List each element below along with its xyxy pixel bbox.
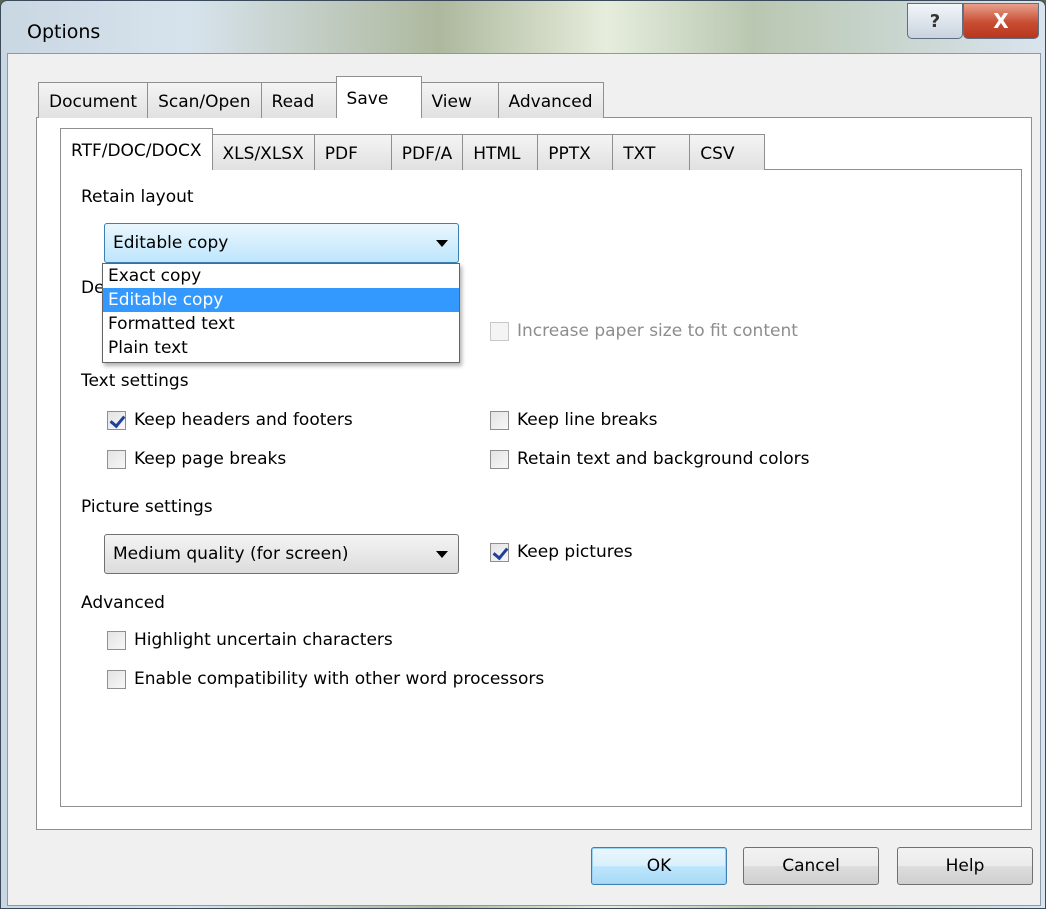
increase-paper-checkbox[interactable]: Increase paper size to fit content (490, 321, 798, 341)
dropdown-option-exact-copy[interactable]: Exact copy (103, 264, 459, 288)
text-settings-heading: Text settings (81, 371, 189, 391)
ok-button[interactable]: OK (591, 847, 727, 885)
picture-settings-heading: Picture settings (81, 497, 213, 517)
text-settings-group: Text settings (81, 371, 1001, 391)
keep-page-breaks-label: Keep page breaks (134, 449, 287, 469)
inner-tab-strip: RTF/DOC/DOCX XLS/XLSX PDF PDF/A HTML PPT… (60, 128, 766, 170)
dialog-client-area: Document Scan/Open Read Save View Advanc… (7, 53, 1041, 906)
keep-pictures-checkbox[interactable]: Keep pictures (490, 542, 633, 562)
checkbox-box (107, 449, 126, 469)
group-divider (207, 196, 1001, 198)
enable-compat-checkbox[interactable]: Enable compatibility with other word pro… (107, 669, 544, 689)
picture-quality-value: Medium quality (for screen) (113, 544, 349, 564)
keep-headers-footers-checkbox[interactable]: Keep headers and footers (107, 410, 353, 430)
outer-tab-strip: Document Scan/Open Read Save View Advanc… (38, 76, 604, 118)
retain-colors-label: Retain text and background colors (517, 449, 810, 469)
retain-layout-value: Editable copy (113, 233, 229, 253)
chevron-down-icon (436, 551, 448, 558)
chevron-down-icon (436, 240, 448, 247)
tab-html[interactable]: HTML (462, 134, 539, 170)
options-window: Options ? X Document Scan/Open Read Save… (0, 0, 1046, 909)
checkbox-box (490, 449, 509, 469)
picture-quality-combo[interactable]: Medium quality (for screen) (104, 534, 459, 574)
keep-line-breaks-checkbox[interactable]: Keep line breaks (490, 410, 657, 430)
window-title: Options (27, 21, 101, 43)
tab-scan-open[interactable]: Scan/Open (147, 82, 262, 118)
group-divider (226, 506, 1001, 508)
picture-settings-group: Picture settings (81, 497, 1001, 517)
keep-headers-footers-label: Keep headers and footers (134, 410, 353, 430)
retain-layout-combo[interactable]: Editable copy (104, 223, 459, 263)
checkbox-checked-icon (490, 542, 509, 562)
tab-txt[interactable]: TXT (612, 134, 691, 170)
keep-pictures-label: Keep pictures (517, 542, 633, 562)
keep-page-breaks-checkbox[interactable]: Keep page breaks (107, 449, 286, 469)
checkbox-box (107, 669, 126, 689)
retain-layout-dropdown-list: Exact copy Editable copy Formatted text … (102, 263, 460, 363)
enable-compat-label: Enable compatibility with other word pro… (134, 669, 545, 689)
advanced-heading: Advanced (81, 593, 165, 613)
tab-save[interactable]: Save (335, 76, 422, 118)
tab-pdf-a[interactable]: PDF/A (390, 134, 464, 170)
checkbox-checked-icon (107, 410, 126, 430)
tab-xls-xlsx[interactable]: XLS/XLSX (211, 134, 315, 170)
group-divider (178, 602, 1001, 604)
close-caption-button[interactable]: X (963, 3, 1039, 39)
dropdown-option-formatted-text[interactable]: Formatted text (103, 312, 459, 336)
keep-line-breaks-label: Keep line breaks (517, 410, 658, 430)
checkbox-box (490, 410, 509, 430)
tab-advanced[interactable]: Advanced (497, 82, 604, 118)
dropdown-option-plain-text[interactable]: Plain text (103, 336, 459, 360)
tab-pdf[interactable]: PDF (313, 134, 392, 170)
checkbox-box (490, 321, 509, 341)
group-divider (202, 380, 1001, 382)
tab-view[interactable]: View (420, 82, 499, 118)
cancel-button[interactable]: Cancel (743, 847, 879, 885)
tab-rtf-doc-docx[interactable]: RTF/DOC/DOCX (60, 128, 213, 170)
advanced-group: Advanced (81, 593, 1001, 613)
help-button[interactable]: Help (897, 847, 1033, 885)
help-caption-button[interactable]: ? (907, 3, 963, 39)
tab-pptx[interactable]: PPTX (537, 134, 614, 170)
tab-read[interactable]: Read (260, 82, 337, 118)
retain-layout-heading: Retain layout (81, 187, 194, 207)
retain-layout-group: Retain layout (81, 187, 1001, 207)
increase-paper-label: Increase paper size to fit content (517, 321, 798, 341)
tab-document[interactable]: Document (38, 82, 149, 118)
question-icon: ? (929, 10, 941, 32)
dropdown-option-editable-copy[interactable]: Editable copy (103, 288, 459, 312)
retain-colors-checkbox[interactable]: Retain text and background colors (490, 449, 810, 469)
close-icon: X (993, 9, 1009, 33)
checkbox-box (107, 630, 126, 650)
highlight-uncertain-checkbox[interactable]: Highlight uncertain characters (107, 630, 393, 650)
highlight-uncertain-label: Highlight uncertain characters (134, 630, 393, 650)
tab-csv[interactable]: CSV (689, 134, 766, 170)
